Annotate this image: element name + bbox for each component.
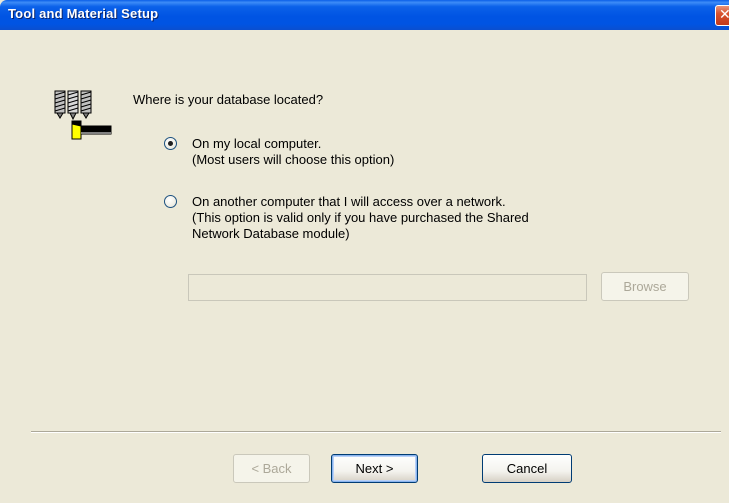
option-network-description-cont: Network Database module): [192, 226, 350, 241]
title-bar[interactable]: Tool and Material Setup ✕: [0, 0, 729, 30]
cancel-button[interactable]: Cancel: [482, 454, 572, 483]
browse-button[interactable]: Browse: [601, 272, 689, 301]
database-tools-icon: [54, 90, 112, 140]
close-icon: ✕: [719, 7, 729, 23]
question-label: Where is your database located?: [133, 92, 324, 107]
drill-bit-right: [80, 90, 92, 119]
drill-bit-left: [54, 90, 66, 119]
option-local-description: (Most users will choose this option): [192, 152, 395, 167]
option-local-label[interactable]: On my local computer.: [192, 136, 321, 152]
network-path-input[interactable]: [188, 274, 587, 301]
tool-holder: [71, 120, 112, 140]
option-network-description: (This option is valid only if you have p…: [192, 210, 529, 225]
setup-dialog: Tool and Material Setup ✕ Where is your …: [0, 0, 729, 503]
footer-divider: [31, 431, 721, 433]
close-button[interactable]: ✕: [715, 5, 729, 26]
window-title: Tool and Material Setup: [8, 6, 159, 21]
back-button[interactable]: < Back: [233, 454, 310, 483]
radio-network-computer[interactable]: [164, 195, 177, 208]
radio-selected-dot: [168, 141, 173, 146]
drill-bit-middle: [67, 90, 79, 121]
next-button[interactable]: Next >: [331, 454, 418, 483]
radio-local-computer[interactable]: [164, 137, 177, 150]
option-network-label[interactable]: On another computer that I will access o…: [192, 194, 506, 210]
